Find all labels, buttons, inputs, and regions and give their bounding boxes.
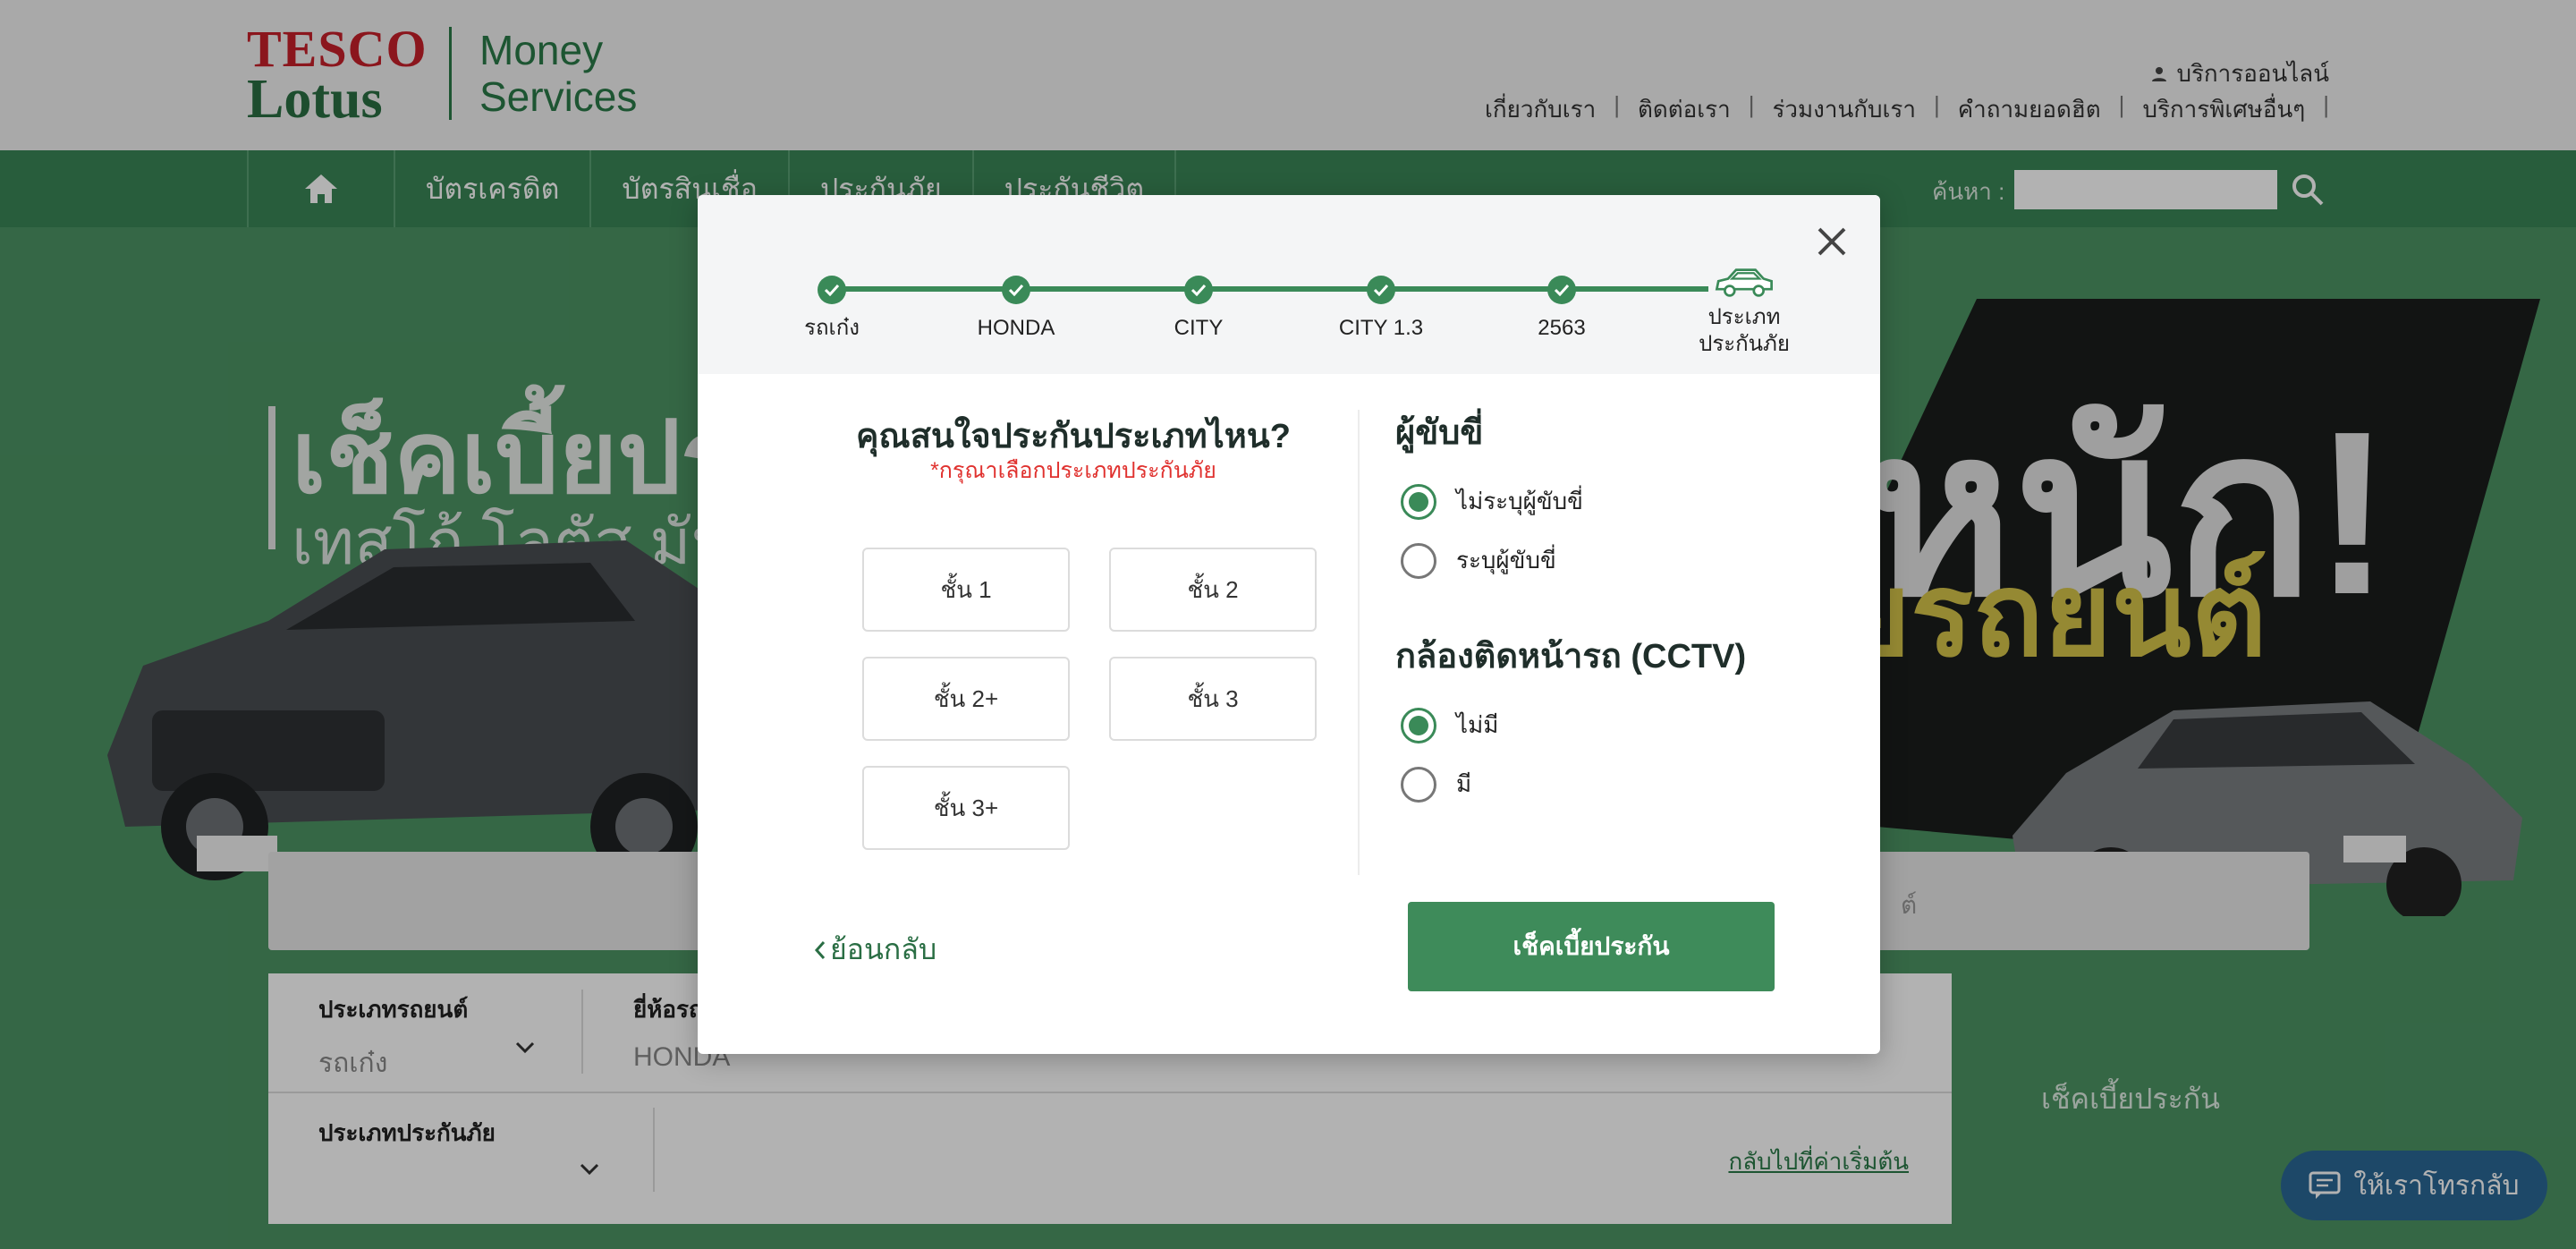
step-car-type[interactable]: รถเก๋ง — [760, 276, 903, 342]
step-label: HONDA — [977, 316, 1055, 340]
option-class-1[interactable]: ชั้น 1 — [862, 548, 1070, 632]
radio-indicator — [1401, 766, 1436, 803]
step-label: CITY — [1174, 316, 1224, 340]
radio-driver-specified[interactable]: ระบุผู้ขับขี่ — [1401, 542, 1556, 579]
driver-title: ผู้ขับขี่ — [1395, 414, 1484, 452]
step-label: รถเก๋ง — [804, 316, 860, 340]
step-submodel[interactable]: CITY 1.3 — [1309, 276, 1453, 342]
step-brand[interactable]: HONDA — [945, 276, 1088, 342]
radio-label: ระบุผู้ขับขี่ — [1456, 547, 1556, 574]
radio-label: ไม่ระบุผู้ขับขี่ — [1456, 488, 1583, 514]
option-class-2[interactable]: ชั้น 2 — [1109, 548, 1317, 632]
check-icon — [1002, 276, 1030, 304]
step-label: CITY 1.3 — [1338, 316, 1424, 340]
check-icon — [1367, 276, 1395, 304]
option-class-2plus[interactable]: ชั้น 2+ — [862, 657, 1070, 741]
car-icon — [1715, 268, 1773, 297]
check-icon — [818, 276, 846, 304]
modal-column-divider — [1358, 410, 1360, 875]
option-class-3plus[interactable]: ชั้น 3+ — [862, 766, 1070, 850]
radio-selected-indicator — [1401, 483, 1436, 520]
close-icon[interactable] — [1810, 220, 1853, 263]
radio-cctv-yes[interactable]: มี — [1401, 766, 1471, 803]
check-icon — [1547, 276, 1576, 304]
radio-label: มี — [1456, 770, 1472, 797]
insurance-type-modal: รถเก๋ง HONDA CITY CITY 1.3 2563 ประเภท ปร… — [698, 195, 1880, 1054]
required-hint: *กรุณาเลือกประเภทประกันภัย — [930, 458, 1216, 483]
cctv-title: กล้องติดหน้ารถ (CCTV) — [1395, 638, 1747, 675]
step-model[interactable]: CITY — [1127, 276, 1270, 342]
step-label: 2563 — [1538, 316, 1586, 340]
option-class-3[interactable]: ชั้น 3 — [1109, 657, 1317, 741]
chevron-left-icon — [814, 940, 826, 959]
radio-driver-unspecified[interactable]: ไม่ระบุผู้ขับขี่ — [1401, 483, 1583, 520]
step-insurance-type: ประเภท ประกันภัย — [1673, 267, 1816, 358]
back-label: ย้อนกลับ — [830, 933, 937, 965]
back-button[interactable]: ย้อนกลับ — [814, 927, 936, 973]
step-year[interactable]: 2563 — [1490, 276, 1633, 342]
check-icon — [1184, 276, 1213, 304]
radio-indicator — [1401, 542, 1436, 579]
radio-label: ไม่มี — [1456, 711, 1499, 738]
modal-stepper-header: รถเก๋ง HONDA CITY CITY 1.3 2563 ประเภท ปร… — [698, 195, 1880, 374]
radio-cctv-none[interactable]: ไม่มี — [1401, 707, 1498, 743]
radio-selected-indicator — [1401, 707, 1436, 743]
step-label: ประเภท ประกันภัย — [1699, 305, 1790, 356]
check-premium-button[interactable]: เช็คเบี้ยประกัน — [1408, 902, 1775, 991]
